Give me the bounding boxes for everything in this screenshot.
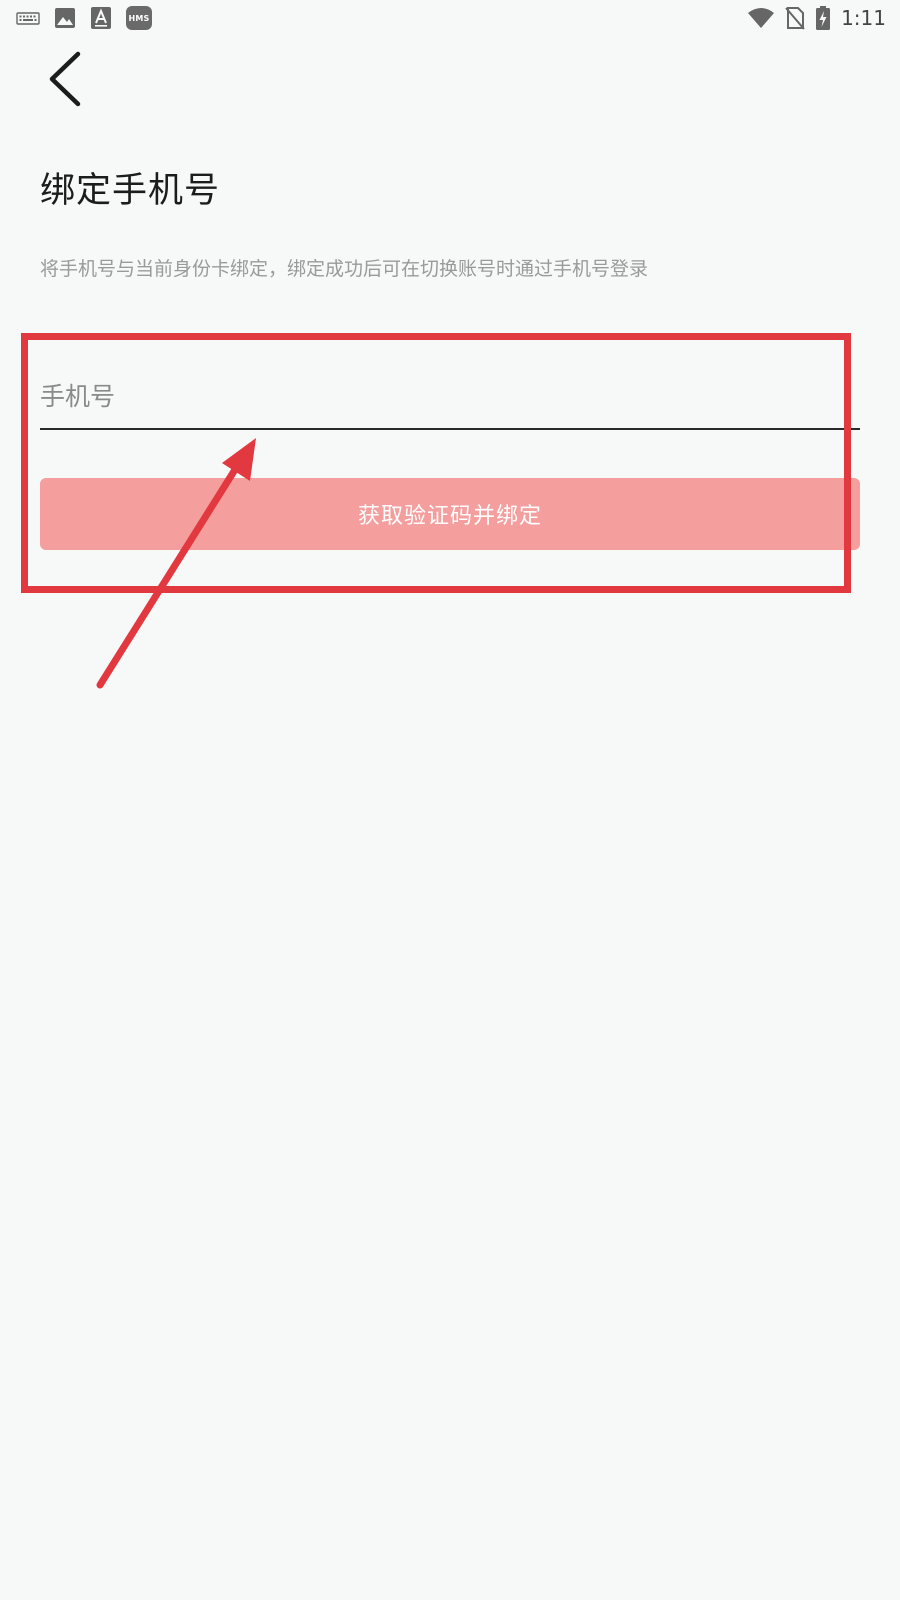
status-bar: HMS 1:11 <box>0 0 900 36</box>
phone-input[interactable] <box>40 364 860 428</box>
chevron-left-icon <box>49 51 81 107</box>
hms-icon: HMS <box>126 6 152 30</box>
status-right-icons: 1:11 <box>747 5 886 31</box>
page-title: 绑定手机号 <box>40 171 221 211</box>
battery-charging-icon <box>816 6 831 30</box>
status-left-icons: HMS <box>16 6 152 30</box>
no-sim-icon <box>785 7 805 30</box>
keyboard-icon <box>16 12 40 25</box>
phone-field <box>40 364 860 430</box>
status-clock: 1:11 <box>841 6 886 30</box>
get-code-bind-button[interactable]: 获取验证码并绑定 <box>40 478 860 550</box>
annotation-arrow <box>96 438 256 689</box>
image-icon <box>55 8 75 28</box>
page-subtitle: 将手机号与当前身份卡绑定，绑定成功后可在切换账号时通过手机号登录 <box>40 258 649 280</box>
font-icon <box>91 7 111 29</box>
wifi-icon <box>748 8 775 28</box>
back-button[interactable] <box>38 48 94 108</box>
